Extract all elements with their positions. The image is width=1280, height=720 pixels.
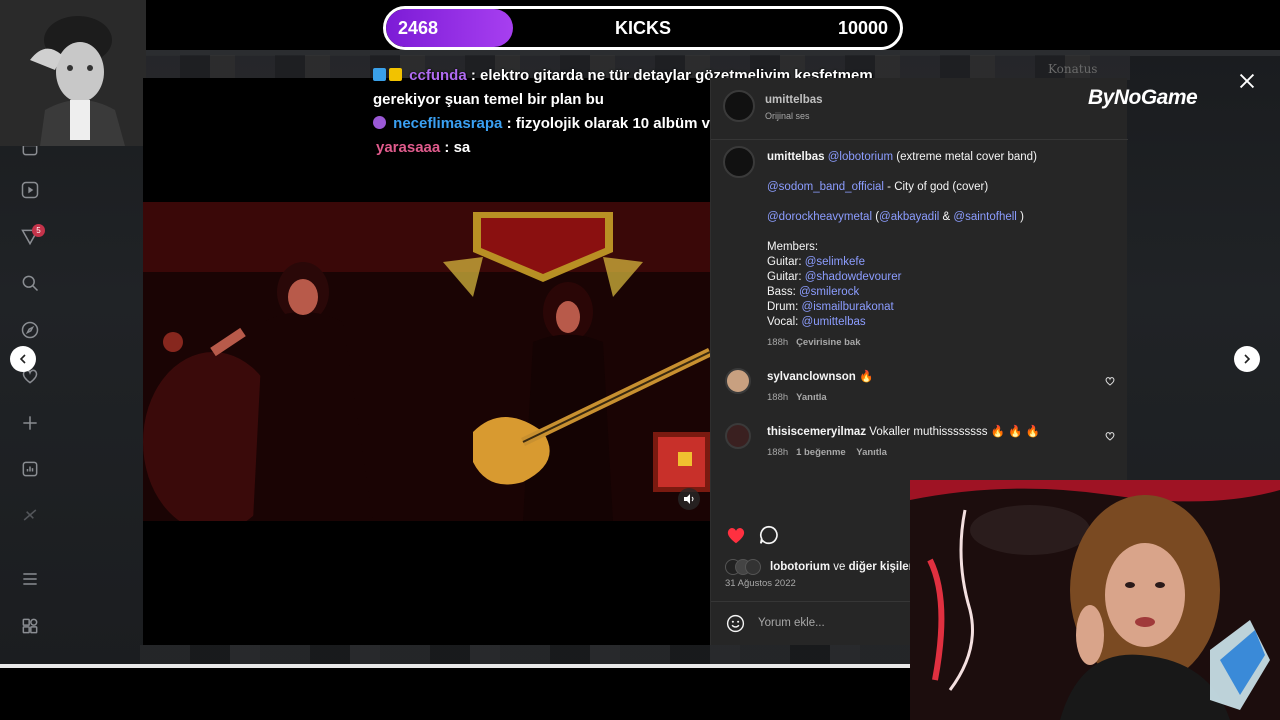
more-apps-icon[interactable] (18, 614, 42, 638)
member-line: Guitar: @shadowdevourer (767, 270, 901, 285)
liked-by-others[interactable]: diğer kişiler (849, 561, 914, 573)
comment-time: 188h (767, 447, 789, 458)
reply-button[interactable]: Yanıtla (796, 392, 827, 403)
post-header: umittelbas Orijinal ses (711, 78, 914, 138)
background-banner-bottom (140, 645, 910, 665)
chat-username: yarasaaa (376, 139, 441, 156)
chevron-right-icon (1244, 354, 1251, 364)
mention-link[interactable]: @umittelbas (802, 316, 866, 328)
bynogame-logo: ByNoGame (1088, 86, 1198, 109)
like-comment-icon[interactable] (1104, 375, 1116, 387)
member-line: Drum: @ismailburakonat (767, 300, 894, 315)
member-line: Bass: @smilerock (767, 285, 859, 300)
comment-input[interactable]: Yorum ekle... (758, 616, 825, 631)
mention-link[interactable]: @smilerock (799, 286, 859, 298)
kicks-goal-count: 10000 (837, 18, 888, 38)
header-username[interactable]: umittelbas (765, 94, 823, 106)
caption-line-2: @sodom_band_official - City of god (cove… (767, 180, 988, 195)
liked-by-avatars (725, 559, 765, 575)
translate-button[interactable]: Çevirisine bak (796, 337, 860, 348)
next-post-button[interactable] (1234, 346, 1260, 372)
mention-link[interactable]: @lobotorium (828, 151, 893, 163)
mention-link[interactable]: @sodom_band_official (767, 181, 884, 193)
comment-text: Vokaller muthissssssss 🔥 🔥 🔥 (869, 426, 1041, 438)
threads-icon[interactable] (18, 503, 42, 527)
mention-link[interactable]: @selimkefe (805, 256, 865, 268)
explore-icon[interactable] (18, 318, 42, 342)
comment-text: 🔥 (859, 371, 874, 383)
insights-icon[interactable] (18, 457, 42, 481)
video-icon[interactable] (18, 178, 42, 202)
caption-text: ) (1020, 211, 1024, 223)
comment-meta: 188h Yanıtla (767, 392, 827, 403)
avatar[interactable] (725, 423, 751, 449)
comment: sylvanclownson 🔥 (767, 370, 873, 385)
member-line: Guitar: @selimkefe (767, 255, 865, 270)
avatar[interactable] (723, 146, 755, 178)
create-icon[interactable] (18, 411, 42, 435)
notification-badge: 5 (32, 224, 45, 237)
comment-icon[interactable] (758, 524, 780, 546)
chat-username: neceflimasrapa (393, 115, 503, 132)
member-line: Vocal: @umittelbas (767, 315, 866, 330)
post-date: 31 Ağustos 2022 (725, 578, 796, 589)
member-role: Guitar: (767, 271, 802, 283)
liked-by-username[interactable]: lobotorium (770, 561, 830, 573)
comment: thisiscemeryilmaz Vokaller muthissssssss… (767, 425, 1040, 440)
stream-scene: Konatus 5 2468 KICKS 10000 ccfunda: ele… (0, 0, 1280, 720)
menu-icon[interactable] (18, 567, 42, 591)
like-comment-icon[interactable] (1104, 430, 1116, 442)
mention-link[interactable]: @shadowdevourer (805, 271, 902, 283)
caption-text: & (942, 211, 951, 223)
member-role: Drum: (767, 301, 799, 313)
comment-time: 188h (767, 392, 789, 403)
caption-text: (extreme metal cover band) (896, 151, 1037, 163)
header-subtitle[interactable]: Orijinal ses (765, 111, 810, 121)
streamer-image (910, 480, 1280, 720)
caption-meta: 188h Çevirisine bak (767, 337, 860, 348)
kicks-progress-bar: 2468 KICKS 10000 (383, 6, 903, 50)
comment-username[interactable]: thisiscemeryilmaz (767, 426, 866, 438)
caption-line-1: umittelbas @lobotorium (extreme metal co… (767, 150, 1117, 165)
mention-link[interactable]: @ismailburakonat (802, 301, 894, 313)
chat-username: ccfunda (409, 67, 467, 84)
chat-text: : sa (444, 139, 471, 156)
mention-link[interactable]: @dorockheavymetal (767, 211, 872, 223)
webcam-feed (910, 480, 1280, 720)
search-icon[interactable] (18, 271, 42, 295)
caption-text: - City of god (cover) (887, 181, 989, 193)
mute-icon[interactable] (678, 488, 700, 510)
caption-time: 188h (767, 337, 789, 348)
previous-post-button[interactable] (10, 346, 36, 372)
caption-username[interactable]: umittelbas (767, 151, 825, 163)
chat-badge-icon (373, 116, 386, 129)
like-icon[interactable] (725, 524, 747, 546)
member-role: Vocal: (767, 316, 799, 328)
divider (711, 139, 1128, 140)
caption-line-3: @dorockheavymetal (@akbayadil & @saintof… (767, 210, 1024, 225)
reply-button[interactable]: Yanıtla (856, 447, 887, 458)
kicks-label: KICKS (614, 18, 671, 38)
liked-by-text: ve (833, 561, 846, 573)
members-title: Members: (767, 241, 819, 253)
background-logo-text: Konatus (1048, 62, 1098, 76)
chevron-left-icon (19, 354, 26, 364)
comment-username[interactable]: sylvanclownson (767, 371, 856, 383)
post-video[interactable] (143, 202, 710, 521)
avatar[interactable] (725, 368, 751, 394)
member-role: Guitar: (767, 256, 802, 268)
comment-meta: 188h 1 beğenme Yanıtla (767, 447, 887, 458)
member-role: Bass: (767, 286, 796, 298)
crown-icon (389, 68, 402, 81)
salute-photo-overlay (0, 0, 146, 146)
mention-link[interactable]: @saintofhell (953, 211, 1016, 223)
comment-likes[interactable]: 1 beğenme (796, 447, 846, 458)
close-icon[interactable] (1236, 70, 1258, 92)
mention-link[interactable]: @akbayadil (879, 211, 939, 223)
concert-scene (143, 202, 710, 521)
liked-by: lobotorium ve diğer kişiler (770, 560, 913, 575)
avatar[interactable] (723, 90, 755, 122)
emoji-icon[interactable] (725, 613, 746, 634)
chat-badge-icon (373, 68, 386, 81)
